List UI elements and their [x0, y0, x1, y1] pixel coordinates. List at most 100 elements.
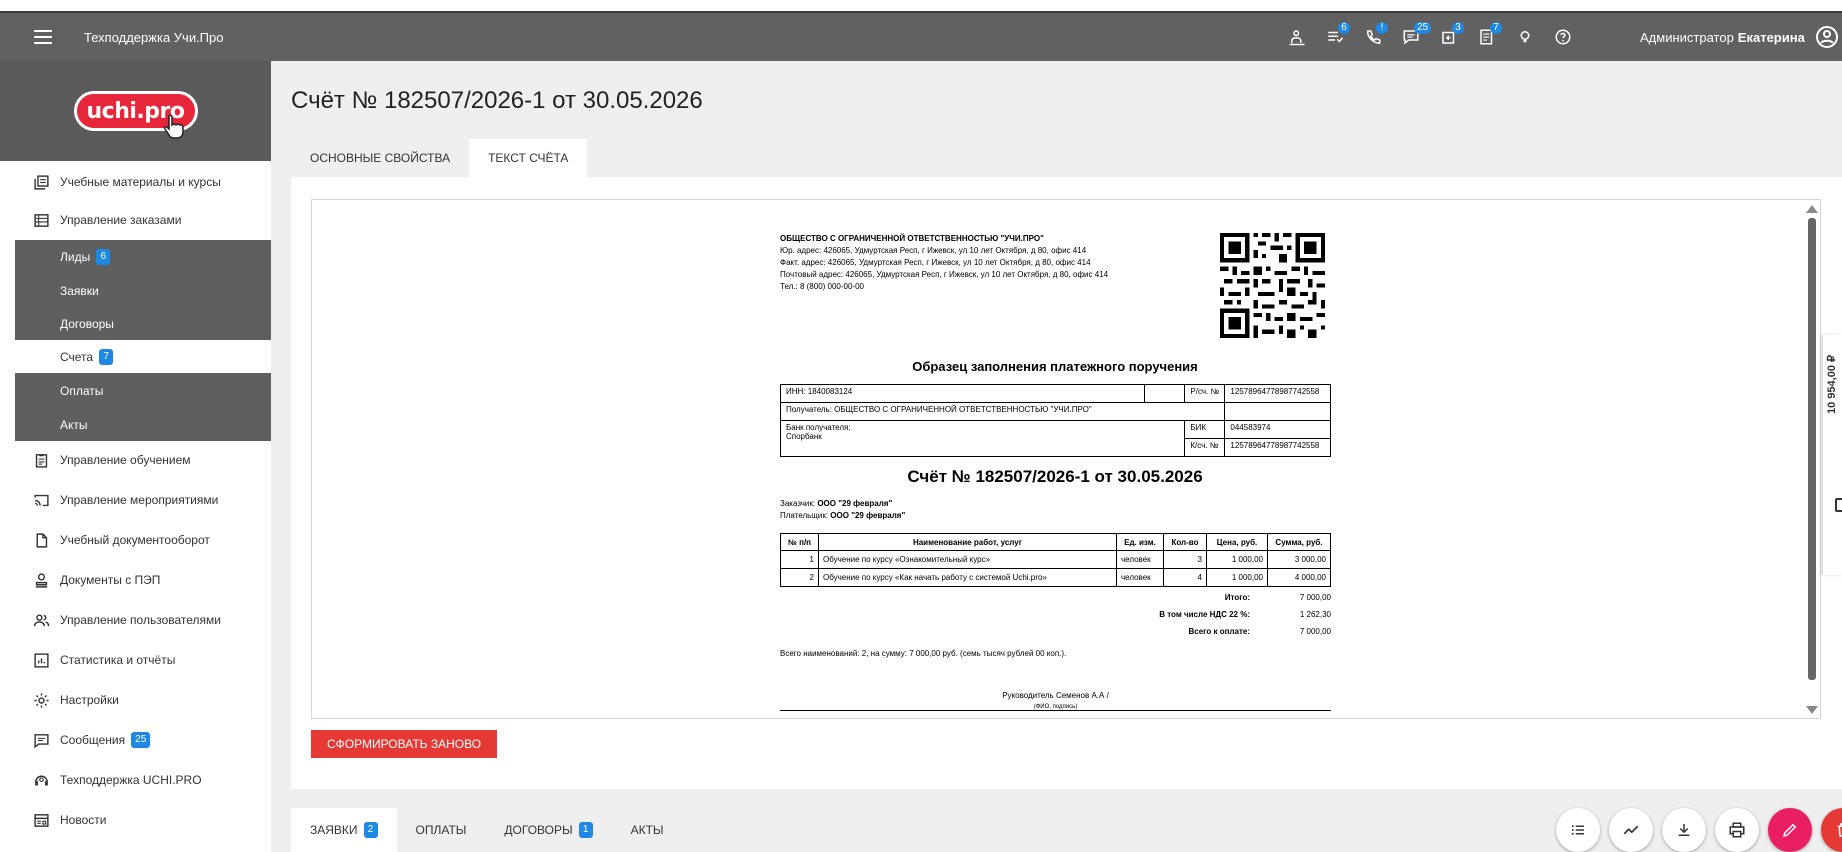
logo-area: uchi.pro [0, 61, 271, 161]
cell-name: Обучение по курсу «Ознакомительный курс» [818, 550, 1117, 569]
subnav-item-contracts[interactable]: Договоры [15, 307, 271, 340]
tab-contracts[interactable]: Договоры 1 [485, 808, 611, 852]
sidebar-item-courses[interactable]: Учебные материалы и курсы [0, 165, 271, 199]
top-strip [0, 0, 1842, 11]
contracts-badge: 1 [578, 822, 593, 838]
cell-qty: 3 [1163, 550, 1207, 569]
subnav-label: Оплаты [60, 383, 104, 398]
tab-label: Акты [630, 823, 664, 837]
scroll-up-arrow-icon[interactable] [1806, 205, 1818, 213]
sidebar-item-support[interactable]: Техподдержка UCHI.PRO [0, 763, 271, 797]
subnav-item-leads[interactable]: Лиды 6 [15, 240, 271, 273]
sidebar-item-orders[interactable]: Управление заказами [0, 203, 271, 237]
logo[interactable]: uchi.pro [73, 91, 198, 139]
trend-icon [1623, 825, 1639, 835]
requests-badge: 2 [363, 822, 378, 838]
customer-line: Заказчик: ООО "29 февраля" [780, 498, 905, 510]
sidebar-item-events[interactable]: Управление мероприятиями [0, 483, 271, 517]
leads-badge: 6 [96, 248, 111, 265]
list-icon[interactable]: 6 [1316, 13, 1354, 61]
ks-label: К/сч. № [1184, 438, 1226, 457]
recipient-cell: Получатель: ОБЩЕСТВО С ОГРАНИЧЕННОЙ ОТВЕ… [779, 402, 1226, 421]
totals-block: Итого: 7 000,00 В том числе НДС 22 %: 1 26… [1110, 589, 1331, 640]
pointer-icon [163, 114, 184, 139]
signer-caption: (ФИО, подпись) [1033, 704, 1078, 710]
rs-value: 12578964778987742558 [1224, 384, 1331, 403]
vat-label: В том числе НДС 22 %: [1159, 610, 1250, 619]
bank-label: Банк получателя: [786, 423, 851, 432]
message-icon [32, 731, 50, 749]
side-amount: 10 954,00 ₽ [1826, 355, 1838, 414]
signer: Руководитель Семенов А.А / [1002, 691, 1109, 700]
tab-acts[interactable]: Акты [612, 808, 683, 852]
subnav-label: Акты [60, 417, 88, 432]
app-title: Техподдержка Учи.Про [84, 29, 224, 45]
sidebar-item-news[interactable]: Новости [0, 803, 271, 837]
qr-code [1220, 233, 1325, 338]
vat-value: 1 262,30 [1299, 610, 1331, 619]
delete-button[interactable] [1821, 808, 1842, 852]
subnav-item-requests[interactable]: Заявки [15, 274, 271, 307]
subnav-item-invoices[interactable]: Счета 7 [15, 340, 271, 373]
list-view-button[interactable] [1556, 808, 1600, 852]
tab-invoice-text[interactable]: Текст счёта [469, 139, 588, 177]
sidebar-item-label: Учебные материалы и курсы [60, 175, 221, 189]
help-icon[interactable] [1544, 13, 1582, 61]
chat-icon[interactable]: 25 [1392, 13, 1432, 61]
payment-title: Образец заполнения платежного поручения [912, 359, 1198, 374]
cell-unit: человек [1116, 568, 1164, 587]
subnav-item-acts[interactable]: Акты [15, 408, 271, 441]
customer-value: ООО "29 февраля" [817, 499, 893, 508]
col-header: Наименование работ, услуг [818, 533, 1117, 551]
sidebar-item-stats[interactable]: Статистика и отчёты [0, 643, 271, 677]
sidebar-item-label: Управление заказами [60, 213, 182, 227]
scroll-down-arrow-icon[interactable] [1806, 706, 1818, 714]
sidebar-item-settings[interactable]: Настройки [0, 683, 271, 717]
sidebar-item-messages[interactable]: Сообщения 25 [0, 723, 271, 757]
sidebar-item-docflow[interactable]: Учебный документооборот [0, 523, 271, 557]
print-button[interactable] [1715, 808, 1759, 852]
account-icon[interactable] [1815, 25, 1839, 49]
trend-button[interactable] [1609, 808, 1653, 852]
sidebar-item-label: Документы с ПЭП [60, 573, 161, 587]
user-menu[interactable]: Администратор Екатерина [1640, 13, 1805, 61]
phone-icon[interactable]: ! [1354, 13, 1392, 61]
messages-badge: 25 [131, 732, 151, 748]
lightbulb-icon[interactable] [1506, 13, 1544, 61]
doc-icon[interactable]: 7 [1468, 13, 1506, 61]
sidebar-item-pep-docs[interactable]: Документы с ПЭП [0, 563, 271, 597]
pencil-icon [1782, 823, 1797, 838]
tab-label: Договоры [504, 823, 573, 837]
menu-icon[interactable] [34, 30, 52, 44]
cell-sum: 3 000,00 [1267, 550, 1331, 569]
tab-requests[interactable]: Заявки 2 [291, 808, 397, 852]
sidebar-item-users[interactable]: Управление пользователями [0, 603, 271, 637]
side-summary-panel[interactable]: 10 954,00 ₽ [1822, 335, 1842, 575]
payer-label: Плательщик: [780, 511, 829, 520]
sidebar-item-label: Управление обучением [60, 453, 191, 467]
list-icon [32, 211, 50, 229]
users-icon [32, 611, 50, 629]
download-button[interactable] [1662, 808, 1706, 852]
due-value: 7 000,00 [1299, 627, 1331, 636]
scroll-thumb[interactable] [1808, 218, 1816, 680]
total-label: Итого: [1224, 593, 1250, 602]
tab-payments[interactable]: Оплаты [397, 808, 486, 852]
payer-line: Плательщик: ООО "29 февраля" [780, 510, 905, 522]
sidebar-item-label: Сообщения [60, 733, 126, 747]
top-icons: 6 ! 25 3 7 [1278, 13, 1582, 61]
notes-icon[interactable]: 3 [1430, 13, 1468, 61]
panel-icon [1835, 498, 1842, 512]
tab-properties[interactable]: Основные свойства [291, 139, 469, 177]
user-plus-icon[interactable] [1278, 13, 1316, 61]
edit-button[interactable] [1768, 808, 1812, 852]
ks-value: 12578964778987742558 [1224, 438, 1331, 457]
notes-badge: 3 [1452, 22, 1464, 34]
subnav-label: Договоры [60, 316, 114, 331]
payer-value: ООО "29 февраля" [830, 511, 906, 520]
sidebar-item-education[interactable]: Управление обучением [0, 443, 271, 477]
regenerate-button[interactable]: Сформировать заново [311, 730, 497, 758]
page-title: Счёт № 182507/2026-1 от 30.05.2026 [291, 87, 703, 114]
calls-badge: ! [1376, 22, 1388, 34]
subnav-item-payments[interactable]: Оплаты [15, 374, 271, 407]
